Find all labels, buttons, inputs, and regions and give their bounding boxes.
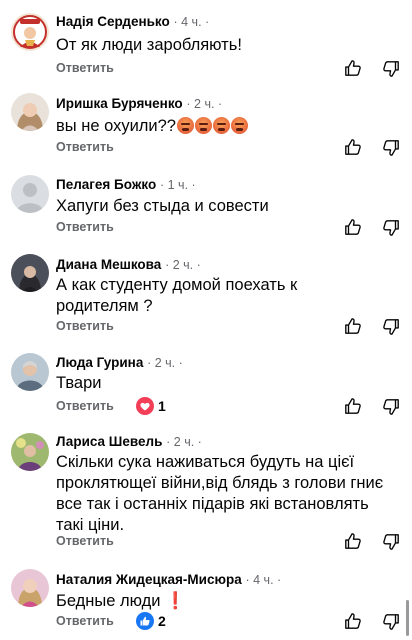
reply-button[interactable]: Ответить (56, 140, 114, 154)
reply-button[interactable]: Ответить (56, 614, 114, 628)
avatar-image (11, 93, 49, 131)
comment-text-line: А как студенту домой поехать к (56, 276, 298, 294)
reaction-summary[interactable]: 2 (136, 612, 166, 630)
dislike-icon[interactable] (382, 398, 400, 416)
comment-text: Хапуги без стыда и совести (56, 197, 269, 215)
like-icon[interactable] (344, 317, 362, 335)
dislike-icon[interactable] (382, 318, 400, 336)
avatar[interactable] (11, 433, 49, 471)
comment-time[interactable]: · 4 ч. · (174, 15, 210, 29)
comment-author[interactable]: Пелагея Божко (56, 177, 156, 192)
avatar-image (11, 433, 49, 471)
reply-button[interactable]: Ответить (56, 220, 114, 234)
comment-actions: Ответить (56, 138, 412, 158)
author-line: Пелагея Божко · 1 ч. · (56, 177, 196, 192)
comment-time[interactable]: · 2 ч. · (147, 356, 183, 370)
comment-time[interactable]: · 1 ч. · (160, 178, 196, 192)
comment-actions: Ответить 2 (56, 612, 412, 632)
heart-reaction-icon (136, 397, 154, 415)
comment-text-content: Бедные люди (56, 592, 161, 610)
dislike-icon[interactable] (382, 60, 400, 78)
avatar[interactable] (11, 254, 49, 292)
angry-face-icon (231, 117, 248, 134)
comment-text-line: Скільки сука наживаться будуть на цієї (56, 453, 355, 471)
reaction-summary[interactable]: 1 (136, 397, 166, 415)
avatar[interactable] (11, 13, 49, 51)
reaction-count: 2 (158, 613, 166, 629)
author-line: Лариса Шевель · 2 ч. · (56, 434, 202, 449)
reply-button[interactable]: Ответить (56, 61, 114, 75)
default-avatar-icon (11, 175, 49, 213)
angry-face-icon (195, 117, 212, 134)
comment-author[interactable]: Надія Серденько (56, 14, 170, 29)
comment-time[interactable]: · 4 ч. · (246, 573, 282, 587)
comment-text-content: вы не охуили?? (56, 117, 176, 135)
like-reaction-icon (136, 612, 154, 630)
like-icon[interactable] (344, 532, 362, 550)
author-line: Иришка Буряченко · 2 ч. · (56, 96, 222, 111)
scrollbar[interactable] (406, 600, 409, 636)
comment-text: вы не охуили?? (56, 116, 401, 137)
avatar[interactable] (11, 93, 49, 131)
dislike-icon[interactable] (382, 139, 400, 157)
dislike-icon[interactable] (382, 219, 400, 237)
like-icon[interactable] (344, 612, 362, 630)
comment-author[interactable]: Диана Мешкова (56, 257, 161, 272)
comment-time[interactable]: · 2 ч. · (186, 97, 222, 111)
comment-actions: Ответить (56, 532, 412, 552)
like-icon[interactable] (344, 59, 362, 77)
comment-text-line: родителям ? (56, 297, 153, 315)
author-line: Наталия Жидецкая-Мисюра · 4 ч. · (56, 572, 281, 587)
comment-text: Бедные люди ❗ (56, 590, 401, 612)
avatar-image (11, 13, 49, 51)
comment-actions: Ответить (56, 218, 412, 238)
like-icon[interactable] (344, 218, 362, 236)
comment-text: А как студенту домой поехать к родителям… (56, 275, 401, 317)
avatar-image (11, 353, 49, 391)
comment-text: Твари (56, 374, 102, 392)
comment-actions: Ответить (56, 317, 412, 337)
comment-actions: Ответить (56, 59, 412, 79)
avatar-image (11, 569, 49, 607)
reply-button[interactable]: Ответить (56, 319, 114, 333)
angry-face-icon (213, 117, 230, 134)
comment-text: От як люди заробляють! (56, 36, 242, 54)
comment-author[interactable]: Иришка Буряченко (56, 96, 183, 111)
comment-text: Скільки сука наживаться будуть на цієї п… (56, 452, 401, 536)
comment-time[interactable]: · 2 ч. · (166, 435, 202, 449)
like-icon[interactable] (344, 138, 362, 156)
comment-author[interactable]: Наталия Жидецкая-Мисюра (56, 572, 242, 587)
comment-author[interactable]: Лариса Шевель (56, 434, 162, 449)
reply-button[interactable]: Ответить (56, 534, 114, 548)
dislike-icon[interactable] (382, 613, 400, 631)
comment-time[interactable]: · 2 ч. · (165, 258, 201, 272)
comment-text-line: все так і останніх підарів які встановля… (56, 495, 369, 513)
avatar[interactable] (11, 175, 49, 213)
avatar[interactable] (11, 569, 49, 607)
comment-author[interactable]: Люда Гурина (56, 355, 143, 370)
reaction-count: 1 (158, 398, 166, 414)
comment-actions: Ответить 1 (56, 397, 412, 417)
comment-text-line: проклятющеї війни,від блядь з голови гни… (56, 474, 384, 492)
like-icon[interactable] (344, 397, 362, 415)
author-line: Люда Гурина · 2 ч. · (56, 355, 183, 370)
avatar[interactable] (11, 353, 49, 391)
angry-face-icon (177, 117, 194, 134)
dislike-icon[interactable] (382, 533, 400, 551)
exclamation-emoji-icon: ❗ (165, 591, 186, 610)
author-line: Надія Серденько · 4 ч. · (56, 14, 209, 29)
author-line: Диана Мешкова · 2 ч. · (56, 257, 201, 272)
avatar-image (11, 254, 49, 292)
reply-button[interactable]: Ответить (56, 399, 114, 413)
